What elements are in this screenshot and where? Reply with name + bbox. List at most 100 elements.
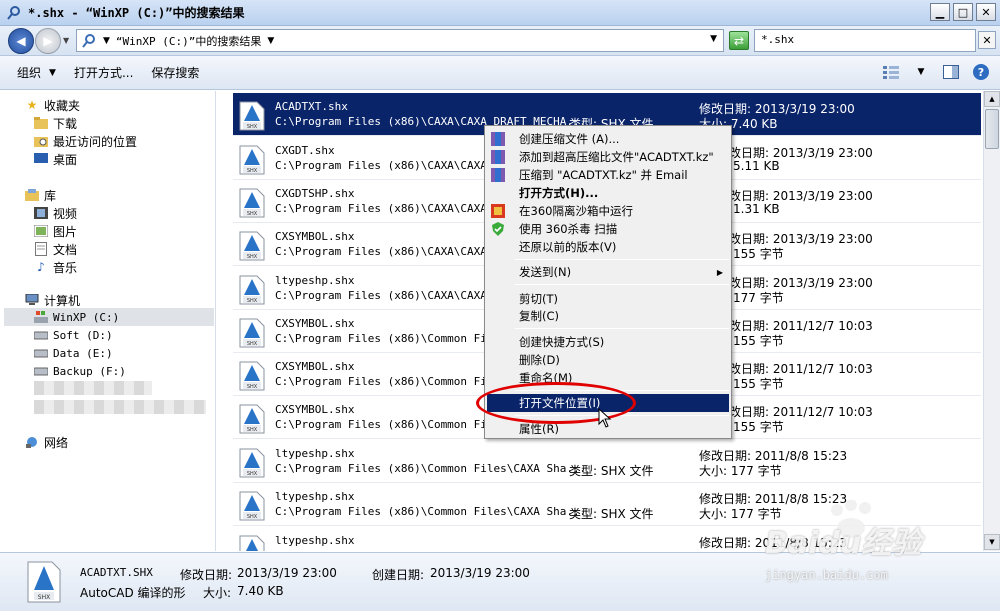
menu-item-delete[interactable]: 删除(D) <box>487 351 729 369</box>
help-icon[interactable]: ? <box>972 63 990 81</box>
open-with-button[interactable]: 打开方式... <box>74 64 133 81</box>
nav-drive-f[interactable]: Backup (F:) <box>33 362 126 380</box>
minimize-button[interactable]: ▁ <box>930 3 950 21</box>
nav-recent-places[interactable]: 最近访问的位置 <box>33 132 137 150</box>
nav-drive-d[interactable]: Soft (D:) <box>33 326 113 344</box>
file-row[interactable]: SHX ltypeshp.shx C:\Program Files (x86)\Co… <box>233 440 981 483</box>
nav-label: 计算机 <box>44 293 81 308</box>
folder-icon <box>33 115 49 131</box>
maximize-button[interactable]: □ <box>953 3 973 21</box>
file-path: C:\Program Files (x86)\CAXA\CAXA DRA <box>275 159 514 172</box>
recent-pages-dropdown-icon[interactable]: ▼ <box>63 36 69 45</box>
nav-music[interactable]: ♪ 音乐 <box>33 258 77 276</box>
scroll-down-button[interactable]: ▼ <box>984 534 1000 550</box>
menu-label: 发送到(N) <box>519 265 572 279</box>
menu-label: 使用 360杀毒 扫描 <box>519 222 618 236</box>
details-file-type: AutoCAD 编译的形 <box>80 586 186 600</box>
file-name: ACADTXT.shx <box>275 100 348 113</box>
nav-documents[interactable]: 文档 <box>33 240 77 258</box>
address-bar: ◀ ▶ ▼ ▼ “WinXP (C:)”中的搜索结果 ▼ ▼ ⇄ *.shx ✕ <box>0 26 1000 56</box>
nav-drive-c[interactable]: WinXP (C:) <box>33 308 119 326</box>
nav-pictures[interactable]: 图片 <box>33 222 77 240</box>
file-path: C:\Program Files (x86)\Common Files\ <box>275 418 514 431</box>
address-input[interactable]: ▼ “WinXP (C:)”中的搜索结果 ▼ ▼ <box>76 29 724 52</box>
svg-text:SHX: SHX <box>247 427 258 433</box>
menu-label: 创建快捷方式(S) <box>519 335 605 349</box>
details-modified-value: 2013/3/19 23:00 <box>237 566 337 580</box>
nav-drive-e[interactable]: Data (E:) <box>33 344 113 362</box>
organize-label: 组织 <box>17 66 42 80</box>
nav-favorites[interactable]: ★ 收藏夹 <box>24 96 80 114</box>
nav-desktop[interactable]: 桌面 <box>33 150 77 168</box>
file-path: C:\Program Files (x86)\CAXA\CAXA DRA <box>275 202 514 215</box>
save-search-label: 保存搜索 <box>151 66 200 80</box>
svg-text:SHX: SHX <box>247 168 258 174</box>
search-input[interactable]: *.shx <box>754 29 976 52</box>
view-options-icon[interactable] <box>882 63 900 81</box>
shx-file-icon: SHX <box>239 145 265 175</box>
organize-button[interactable]: 组织 ▼ <box>17 64 56 81</box>
refresh-button[interactable]: ⇄ <box>729 31 749 50</box>
menu-item-send-to[interactable]: 发送到(N) ▶ <box>487 263 729 281</box>
menu-item-cut[interactable]: 剪切(T) <box>487 290 729 308</box>
file-size: 155 字节 <box>733 247 784 261</box>
file-size: 155 字节 <box>733 420 784 434</box>
details-size-value: 7.40 KB <box>237 584 284 598</box>
back-button[interactable]: ◀ <box>8 28 34 54</box>
shx-file-icon: SHX <box>27 561 61 603</box>
file-name: CXSYMBOL.shx <box>275 317 355 330</box>
mouse-cursor-icon <box>598 408 612 428</box>
file-name: CXGDT.shx <box>275 144 335 157</box>
menu-item-scan[interactable]: 使用 360杀毒 扫描 <box>487 220 729 238</box>
svg-text:SHX: SHX <box>247 471 258 477</box>
nav-label: 库 <box>44 188 57 203</box>
menu-item-create-shortcut[interactable]: 创建快捷方式(S) <box>487 333 729 351</box>
nav-libraries[interactable]: 库 <box>24 186 56 204</box>
nav-downloads[interactable]: 下载 <box>33 114 77 132</box>
nav-videos[interactable]: 视频 <box>33 204 77 222</box>
menu-item-copy[interactable]: 复制(C) <box>487 307 729 325</box>
menu-item-compress-email[interactable]: 压缩到 "ACADTXT.kz" 并 Email <box>487 166 729 184</box>
blurred-item <box>34 381 152 395</box>
file-type: 类型: SHX 文件 <box>569 549 654 551</box>
menu-separator <box>515 284 729 285</box>
nav-computer[interactable]: 计算机 <box>24 291 80 309</box>
file-size: 大小: 177 字节 <box>699 464 782 478</box>
clear-search-button[interactable]: ✕ <box>978 31 996 49</box>
baidu-watermark: Baidu经验 jingyan.baidu.com <box>765 500 945 600</box>
file-name: CXSYMBOL.shx <box>275 403 355 416</box>
nav-network[interactable]: 网络 <box>24 433 68 451</box>
breadcrumb-arrow-icon[interactable]: ▼ <box>267 36 274 46</box>
menu-item-add-to-kz[interactable]: 添加到超高压缩比文件"ACADTXT.kz" <box>487 148 729 166</box>
file-size: 155 字节 <box>733 377 784 391</box>
file-path: C:\Program Files (x86)\CAXA\CAXA DRA <box>275 289 514 302</box>
save-search-button[interactable]: 保存搜索 <box>151 64 199 81</box>
close-button[interactable]: ✕ <box>976 3 996 21</box>
file-path: C:\Program Files (x86)\Common Files\ <box>275 375 514 388</box>
file-size: 5.11 KB <box>733 159 780 173</box>
drive-icon <box>33 327 49 343</box>
preview-pane-icon[interactable] <box>942 63 960 81</box>
scroll-thumb[interactable] <box>985 109 999 149</box>
star-icon: ★ <box>26 98 38 112</box>
menu-item-open-with[interactable]: 打开方式(H)... <box>487 184 729 202</box>
address-dropdown-icon[interactable]: ▼ <box>710 34 717 44</box>
menu-item-sandbox[interactable]: 在360隔离沙箱中运行 <box>487 202 729 220</box>
svg-text:SHX: SHX <box>247 298 258 304</box>
chevron-down-icon[interactable]: ▼ <box>103 36 110 46</box>
nav-label: 下载 <box>53 116 78 131</box>
menu-item-restore[interactable]: 还原以前的版本(V) <box>487 238 729 256</box>
menu-label: 添加到超高压缩比文件"ACADTXT.kz" <box>519 150 714 164</box>
document-icon <box>33 241 49 257</box>
view-dropdown-icon[interactable]: ▼ <box>912 63 930 81</box>
picture-icon <box>33 223 49 239</box>
vertical-scrollbar[interactable]: ▲ ▼ <box>983 91 1000 551</box>
archive-icon <box>490 131 506 147</box>
shx-file-icon: SHX <box>239 275 265 305</box>
file-type: 类型: SHX 文件 <box>569 507 654 521</box>
forward-button[interactable]: ▶ <box>35 28 61 54</box>
menu-item-create-archive[interactable]: 创建压缩文件 (A)... <box>487 130 729 148</box>
scroll-up-button[interactable]: ▲ <box>984 91 1000 107</box>
address-path: “WinXP (C:)”中的搜索结果 <box>115 34 262 48</box>
watermark-brand: Baidu经验 <box>765 526 922 561</box>
